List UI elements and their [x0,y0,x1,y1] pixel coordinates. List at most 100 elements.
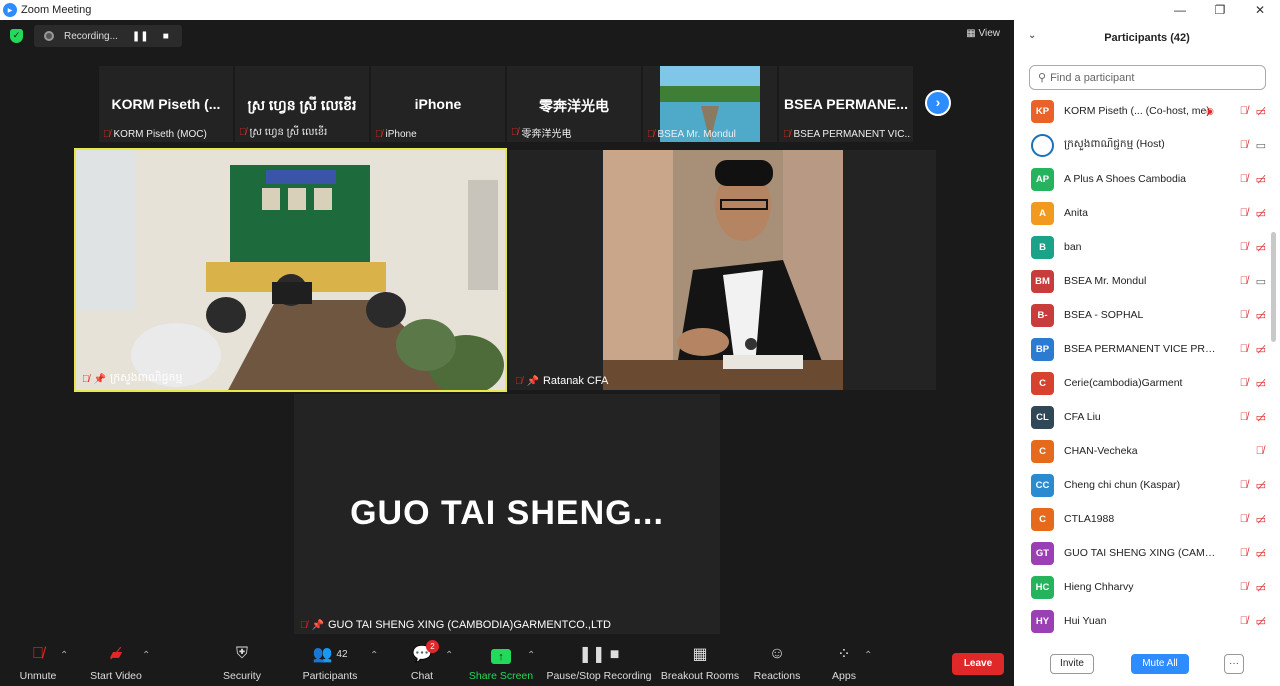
reactions-button[interactable]: ☺ Reactions [752,636,802,686]
share-screen-label: Share Screen [468,670,534,682]
participant-name: ban [1064,241,1082,253]
start-video-button[interactable]: ▰̸ Start Video [86,636,146,686]
thumbnail-tile[interactable]: KORM Piseth (... 🎙̸ KORM Piseth (MOC) [99,66,233,142]
participant-row[interactable]: HY Hui Yuan 🎙̸ ▭̸ [1014,604,1270,638]
participants-options-caret-icon[interactable]: ⌃ [370,650,378,661]
participant-row[interactable]: B- BSEA - SOPHAL 🎙̸ ▭̸ [1014,298,1270,332]
participant-row[interactable]: Bban 🎙̸ ▭̸ [1014,230,1270,264]
apps-button[interactable]: ⁘ Apps [828,636,860,686]
video-off-icon[interactable]: ▭̸ [1256,581,1266,594]
participant-search[interactable]: ⚲ Find a participant [1029,65,1266,90]
participant-row[interactable]: C Cerie(cambodia)Garment 🎙̸ ▭̸ [1014,366,1270,400]
video-off-icon[interactable]: ▭̸ [1256,343,1266,356]
thumbnail-tile[interactable]: 零奔洋光电 🎙̸ 零奔洋光电 [507,66,641,142]
video-options-caret-icon[interactable]: ⌃ [142,650,150,661]
participant-row[interactable]: KP KORM Piseth (... (Co-host, me) ◉ 🎙̸ ▭̸ [1014,94,1270,128]
participant-row[interactable]: A Anita 🎙̸ ▭̸ [1014,196,1270,230]
participant-row[interactable]: BM BSEA Mr. Mondul 🎙̸ ▭ [1014,264,1270,298]
close-button[interactable]: ✕ [1240,0,1280,20]
participant-row[interactable]: CC Cheng chi chun (Kaspar) 🎙̸ ▭̸ [1014,468,1270,502]
mic-muted-icon[interactable]: 🎙̸ [1240,377,1248,389]
stop-recording-icon[interactable]: ■ [163,31,169,42]
video-tile-guo[interactable]: GUO TAI SHENG... 🎙̸ 📌 GUO TAI SHENG XING… [294,394,720,634]
video-on-icon[interactable]: ▭ [1256,139,1266,152]
video-off-icon[interactable]: ▭̸ [1256,411,1266,424]
mic-muted-icon[interactable]: 🎙̸ [1240,581,1248,593]
mic-muted-icon[interactable]: 🎙̸ [1240,513,1248,525]
video-off-icon[interactable]: ▭̸ [1256,309,1266,322]
participant-row[interactable]: CL CFA Liu 🎙̸ ▭̸ [1014,400,1270,434]
thumbnail-tile[interactable]: ស្រ ហ្វេន ស្រី លេខើរ 🎙̸ ស្រ ហ្វេន ស្រី លេ… [235,66,369,142]
participant-row[interactable]: HC Hieng Chharvy 🎙̸ ▭̸ [1014,570,1270,604]
video-on-icon[interactable]: ▭ [1256,275,1266,288]
thumbnail-tile[interactable]: 🎙̸ BSEA Mr. Mondul [643,66,777,142]
restore-button[interactable]: ❐ [1200,0,1240,20]
breakout-rooms-button[interactable]: ▦ Breakout Rooms [660,636,740,686]
share-screen-button[interactable]: ↑ Share Screen [468,636,534,686]
mute-all-button[interactable]: Mute All [1131,654,1189,674]
security-button[interactable]: ⛨ Security [216,636,268,686]
encryption-shield-icon[interactable]: ✓ [10,29,23,43]
participant-row[interactable]: BP BSEA PERMANENT VICE PRESIDE... 🎙̸ ▭̸ [1014,332,1270,366]
chat-button[interactable]: 💬 2 Chat [404,636,440,686]
mic-muted-icon[interactable]: 🎙̸ [1240,173,1248,185]
apps-options-caret-icon[interactable]: ⌃ [864,650,872,661]
thumbnail-label: KORM Piseth (MOC) [113,129,207,140]
invite-button[interactable]: Invite [1050,654,1094,674]
mic-muted-icon[interactable]: 🎙̸ [1256,445,1264,457]
participant-row[interactable]: AP A Plus A Shoes Cambodia 🎙̸ ▭̸ [1014,162,1270,196]
pause-recording-icon[interactable]: ❚❚ [132,31,149,42]
thumbnail-name: ស្រ ហ្វេន ស្រី លេខើរ [247,97,357,113]
chat-options-caret-icon[interactable]: ⌃ [445,650,453,661]
video-off-icon[interactable]: ▭̸ [1256,207,1266,220]
thumbnail-label: BSEA Mr. Mondul [657,129,736,140]
thumbnail-tile[interactable]: iPhone 🎙̸ iPhone [371,66,505,142]
avatar: AP [1031,167,1054,191]
video-off-icon[interactable]: ▭̸ [1256,479,1266,492]
mic-muted-icon[interactable]: 🎙̸ [1240,547,1248,559]
recording-indicator-icon: ◉ [1206,105,1214,116]
participants-button[interactable]: 👥 42 Participants [298,636,362,686]
panel-footer: Invite Mute All ··· [1014,652,1280,682]
collapse-chevron-icon[interactable]: ⌄ [1028,30,1036,41]
mic-muted-icon[interactable]: 🎙̸ [1240,207,1248,219]
participant-name: BSEA - SOPHAL [1064,309,1144,321]
mic-muted-icon[interactable]: 🎙̸ [1240,275,1248,287]
speaker-video [603,150,843,390]
unmute-button[interactable]: 🎙̸ Unmute [14,636,62,686]
mic-muted-icon[interactable]: 🎙̸ [1240,105,1248,117]
participant-row[interactable]: C CHAN-Vecheka 🎙̸ [1014,434,1270,468]
leave-button[interactable]: Leave [952,653,1004,675]
video-off-icon[interactable]: ▭̸ [1256,513,1266,526]
thumbnail-tile[interactable]: BSEA PERMANE... 🎙̸ BSEA PERMANENT VIC... [779,66,913,142]
participant-row[interactable]: GT GUO TAI SHENG XING (CAMBOD... 🎙̸ ▭̸ [1014,536,1270,570]
video-tile-speaker[interactable]: 🎙̸ 📌 Ratanak CFA [509,150,936,390]
participant-list-scrollbar[interactable] [1271,232,1276,342]
video-off-icon[interactable]: ▭̸ [1256,241,1266,254]
video-off-icon[interactable]: ▭̸ [1256,105,1266,118]
mic-muted-icon[interactable]: 🎙̸ [1240,139,1248,151]
mic-muted-icon[interactable]: 🎙̸ [1240,241,1248,253]
video-off-icon[interactable]: ▭̸ [1256,377,1266,390]
video-off-icon[interactable]: ▭̸ [1256,547,1266,560]
zoom-app: ▶ Zoom Meeting — ❐ ✕ ✓ Recording... ❚❚ ■… [0,0,1280,686]
mic-muted-icon[interactable]: 🎙̸ [1240,615,1248,627]
audio-options-caret-icon[interactable]: ⌃ [60,650,68,661]
video-off-icon[interactable]: ▭̸ [1256,173,1266,186]
participant-row[interactable]: C CTLA1988 🎙̸ ▭̸ [1014,502,1270,536]
mic-muted-icon[interactable]: 🎙̸ [1240,309,1248,321]
mic-muted-icon[interactable]: 🎙̸ [1240,479,1248,491]
participant-row[interactable]: ក្រសួងពាណិជ្ជកម្ម (Host) 🎙̸ ▭ [1014,128,1270,162]
video-off-icon[interactable]: ▭̸ [1256,615,1266,628]
mic-muted-icon[interactable]: 🎙̸ [1240,343,1248,355]
more-options-button[interactable]: ··· [1224,654,1244,674]
smiley-icon: ☺ [768,645,786,662]
pause-stop-recording-button[interactable]: ❚❚ ■ Pause/Stop Recording [546,636,652,686]
share-options-caret-icon[interactable]: ⌃ [527,650,535,661]
minimize-button[interactable]: — [1160,0,1200,20]
view-button[interactable]: ▦ View [966,28,1000,39]
next-page-arrow-icon[interactable]: › [925,90,951,116]
mic-muted-icon[interactable]: 🎙̸ [1240,411,1248,423]
people-icon: 👥 42 [312,646,348,663]
video-tile-host[interactable]: 🎙̸ 📌 ក្រសួងពាណិជ្ជកម្ម [74,148,507,392]
